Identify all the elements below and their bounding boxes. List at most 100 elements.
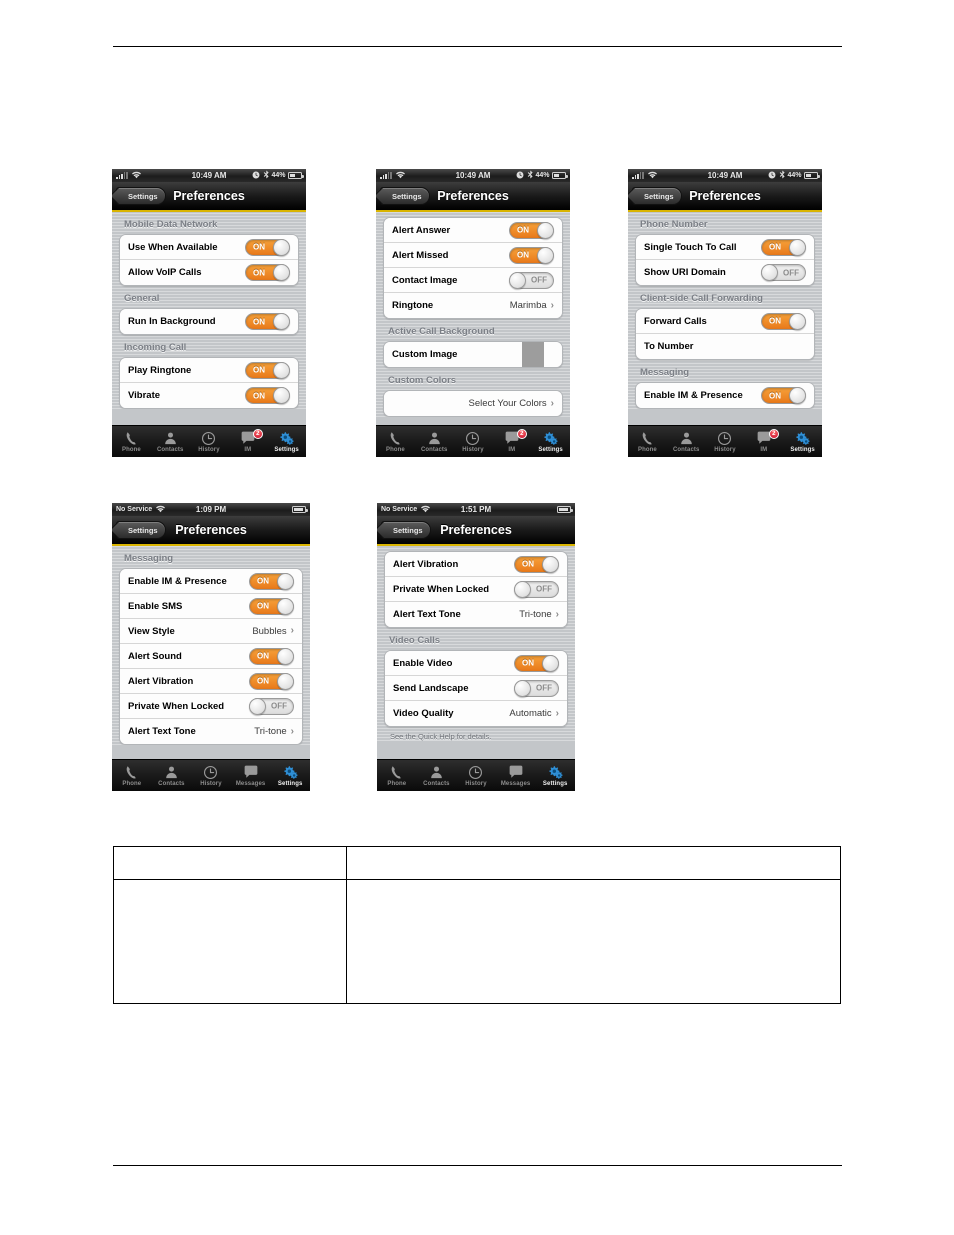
toggle-state-label: ON (522, 658, 534, 668)
toggle-allow-voip-calls[interactable]: ON (245, 264, 290, 281)
list-item[interactable]: Send Landscape OFF (385, 676, 567, 701)
row-label: Forward Calls (644, 315, 707, 327)
list-item[interactable]: Run In Background ON (120, 309, 298, 334)
toggle-private-when-locked[interactable]: OFF (514, 580, 559, 598)
tab-label: History (198, 446, 220, 453)
tab-contacts[interactable]: Contacts (151, 426, 190, 457)
list-item[interactable]: Private When Locked OFF (385, 577, 567, 602)
tab-phone[interactable]: Phone (628, 426, 667, 457)
tab-history[interactable]: History (456, 760, 496, 791)
unread-badge: 2 (516, 428, 527, 439)
toggle-single-touch-to-call[interactable]: ON (761, 238, 806, 256)
list-item[interactable]: Alert Missed ON (384, 243, 562, 268)
tab-settings[interactable]: Settings (783, 426, 822, 457)
list-item[interactable]: Alert Sound ON (120, 644, 302, 669)
row-label: Alert Text Tone (128, 726, 196, 737)
list-item[interactable]: Alert Text Tone Tri-tone › (120, 719, 302, 744)
toggle-contact-image[interactable]: OFF (509, 271, 554, 289)
list-item[interactable]: Vibrate ON (120, 383, 298, 408)
toggle-enable-video[interactable]: ON (514, 654, 559, 672)
list-item[interactable]: Single Touch To Call ON (636, 235, 814, 260)
tab-im[interactable]: 2 IM (492, 426, 531, 457)
tab-label: Phone (385, 446, 405, 453)
list-item[interactable]: Play Ringtone ON (120, 358, 298, 383)
tab-label: Settings (538, 446, 563, 453)
group-header: General (124, 293, 160, 304)
toggle-use-when-available[interactable]: ON (245, 238, 290, 256)
toggle-enable-sms[interactable]: ON (249, 597, 294, 615)
list-item[interactable]: Custom Image (384, 342, 562, 367)
nav-bar: Settings Preferences (112, 516, 310, 546)
back-button-settings[interactable]: Settings (381, 521, 431, 539)
settings-list: Mobile Data Network Use When Available O… (112, 212, 306, 409)
list-item[interactable]: Enable SMS ON (120, 594, 302, 619)
tab-phone[interactable]: Phone (112, 426, 151, 457)
row-label: Alert Vibration (128, 675, 194, 687)
tab-history[interactable]: History (706, 426, 745, 457)
list-item[interactable]: Forward Calls ON (636, 309, 814, 334)
toggle-knob (789, 312, 806, 330)
tab-label: IM (244, 446, 252, 453)
list-item[interactable]: Video Quality Automatic › (385, 701, 567, 726)
color-swatch[interactable] (522, 342, 544, 367)
list-item[interactable]: Enable Video ON (385, 651, 567, 676)
tab-phone[interactable]: Phone (376, 426, 415, 457)
toggle-enable-im-presence[interactable]: ON (761, 387, 806, 404)
toggle-alert-sound[interactable]: ON (249, 647, 294, 665)
toggle-alert-missed[interactable]: ON (509, 246, 554, 264)
tab-label: Settings (277, 780, 303, 787)
back-button-settings[interactable]: Settings (116, 187, 166, 205)
tab-contacts[interactable]: Contacts (152, 760, 192, 791)
settings-group: Play Ringtone ON Vibrate ON (119, 357, 299, 409)
toggle-vibrate[interactable]: ON (245, 387, 290, 404)
list-item[interactable]: Contact Image OFF (384, 268, 562, 293)
settings-group: Enable IM & Presence ON Enable SMS ON Vi… (119, 568, 303, 745)
tab-im[interactable]: 2 IM (744, 426, 783, 457)
toggle-play-ringtone[interactable]: ON (245, 361, 290, 379)
tab-settings[interactable]: Settings (535, 760, 575, 791)
row-label: Custom Image (392, 349, 458, 360)
tab-messages[interactable]: Messages (496, 760, 536, 791)
toggle-run-in-background[interactable]: ON (245, 313, 290, 330)
group-header: Mobile Data Network (124, 219, 218, 230)
list-item[interactable]: To Number (636, 334, 814, 359)
toggle-forward-calls[interactable]: ON (761, 312, 806, 330)
tab-contacts[interactable]: Contacts (667, 426, 706, 457)
list-item[interactable]: Ringtone Marimba › (384, 293, 562, 318)
tab-contacts[interactable]: Contacts (415, 426, 454, 457)
tab-history[interactable]: History (454, 426, 493, 457)
list-item[interactable]: Use When Available ON (120, 235, 298, 260)
list-item[interactable]: View Style Bubbles › (120, 619, 302, 644)
tab-messages[interactable]: Messages (231, 760, 271, 791)
toggle-private-when-locked[interactable]: OFF (249, 697, 294, 715)
tab-settings[interactable]: Settings (267, 426, 306, 457)
settings-group: Enable IM & Presence ON (635, 382, 815, 409)
list-item[interactable]: Alert Text Tone Tri-tone › (385, 602, 567, 627)
toggle-alert-vibration[interactable]: ON (514, 555, 559, 573)
tab-phone[interactable]: Phone (377, 760, 417, 791)
toggle-alert-answer[interactable]: ON (509, 221, 554, 239)
toggle-alert-vibration[interactable]: ON (249, 672, 294, 690)
list-item[interactable]: Alert Answer ON (384, 218, 562, 243)
tab-history[interactable]: History (191, 760, 231, 791)
list-item[interactable]: Select Your Colors › (384, 391, 562, 416)
list-item[interactable]: Enable IM & Presence ON (636, 383, 814, 408)
tab-phone[interactable]: Phone (112, 760, 152, 791)
list-item[interactable]: Alert Vibration ON (120, 669, 302, 694)
back-button-settings[interactable]: Settings (380, 187, 430, 205)
toggle-show-uri-domain[interactable]: OFF (761, 264, 806, 281)
tab-im[interactable]: 2 IM (228, 426, 267, 457)
list-item[interactable]: Show URI Domain OFF (636, 260, 814, 285)
back-button-settings[interactable]: Settings (116, 521, 166, 539)
tab-history[interactable]: History (190, 426, 229, 457)
tab-settings[interactable]: Settings (531, 426, 570, 457)
toggle-enable-im-presence[interactable]: ON (249, 572, 294, 590)
list-item[interactable]: Enable IM & Presence ON (120, 569, 302, 594)
list-item[interactable]: Alert Vibration ON (385, 552, 567, 577)
tab-settings[interactable]: Settings (270, 760, 310, 791)
tab-contacts[interactable]: Contacts (417, 760, 457, 791)
toggle-send-landscape[interactable]: OFF (514, 679, 559, 697)
back-button-settings[interactable]: Settings (632, 187, 682, 205)
list-item[interactable]: Allow VoIP Calls ON (120, 260, 298, 285)
list-item[interactable]: Private When Locked OFF (120, 694, 302, 719)
